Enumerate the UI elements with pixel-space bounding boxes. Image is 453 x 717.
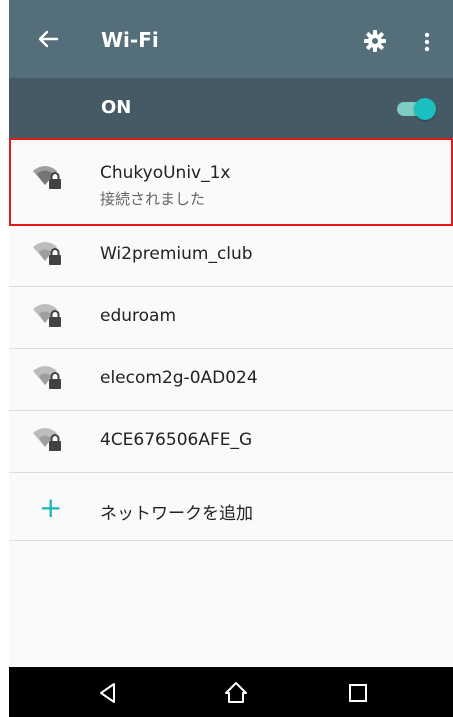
wifi-secured-icon <box>33 242 61 265</box>
nav-home-icon[interactable] <box>223 680 249 706</box>
add-network-label: ネットワークを追加 <box>100 504 253 524</box>
network-row[interactable]: elecom2g-0AD024 <box>9 349 453 411</box>
wifi-secured-icon <box>33 428 61 451</box>
wifi-state-label: ON <box>101 97 132 118</box>
wifi-secured-icon <box>33 166 61 189</box>
network-name: 4CE676506AFE_G <box>100 430 253 450</box>
nav-recent-apps-icon[interactable] <box>345 680 371 706</box>
nav-back-icon[interactable] <box>95 680 121 706</box>
network-row[interactable]: Wi2premium_club <box>9 225 453 287</box>
network-row[interactable]: 4CE676506AFE_G <box>9 411 453 473</box>
add-network-button[interactable]: + ネットワークを追加 <box>9 480 453 541</box>
page-title: Wi-Fi <box>101 28 159 52</box>
network-row[interactable]: eduroam <box>9 287 453 349</box>
toggle-thumb <box>414 98 436 120</box>
arrow-left-icon[interactable] <box>33 24 63 54</box>
network-row-connected[interactable]: ChukyoUniv_1x 接続されました <box>9 138 453 225</box>
screen-left-border <box>0 0 9 717</box>
network-name: ChukyoUniv_1x <box>100 163 231 183</box>
network-name: Wi2premium_club <box>100 244 253 264</box>
gear-icon[interactable] <box>363 29 387 53</box>
system-nav-bar <box>9 667 453 717</box>
plus-icon: + <box>39 491 63 524</box>
wifi-settings-screen: Wi-Fi ON ChukyoUniv_1x 接続されました Wi2premiu… <box>9 0 453 717</box>
network-name: elecom2g-0AD024 <box>100 368 258 388</box>
wifi-toggle[interactable] <box>395 98 437 120</box>
app-toolbar: Wi-Fi <box>9 0 453 78</box>
network-status: 接続されました <box>100 190 206 208</box>
wifi-secured-icon <box>33 366 61 389</box>
wifi-master-switch-row[interactable]: ON <box>9 78 453 138</box>
more-vertical-icon[interactable] <box>421 30 433 54</box>
wifi-secured-icon <box>33 304 61 327</box>
network-name: eduroam <box>100 306 177 326</box>
